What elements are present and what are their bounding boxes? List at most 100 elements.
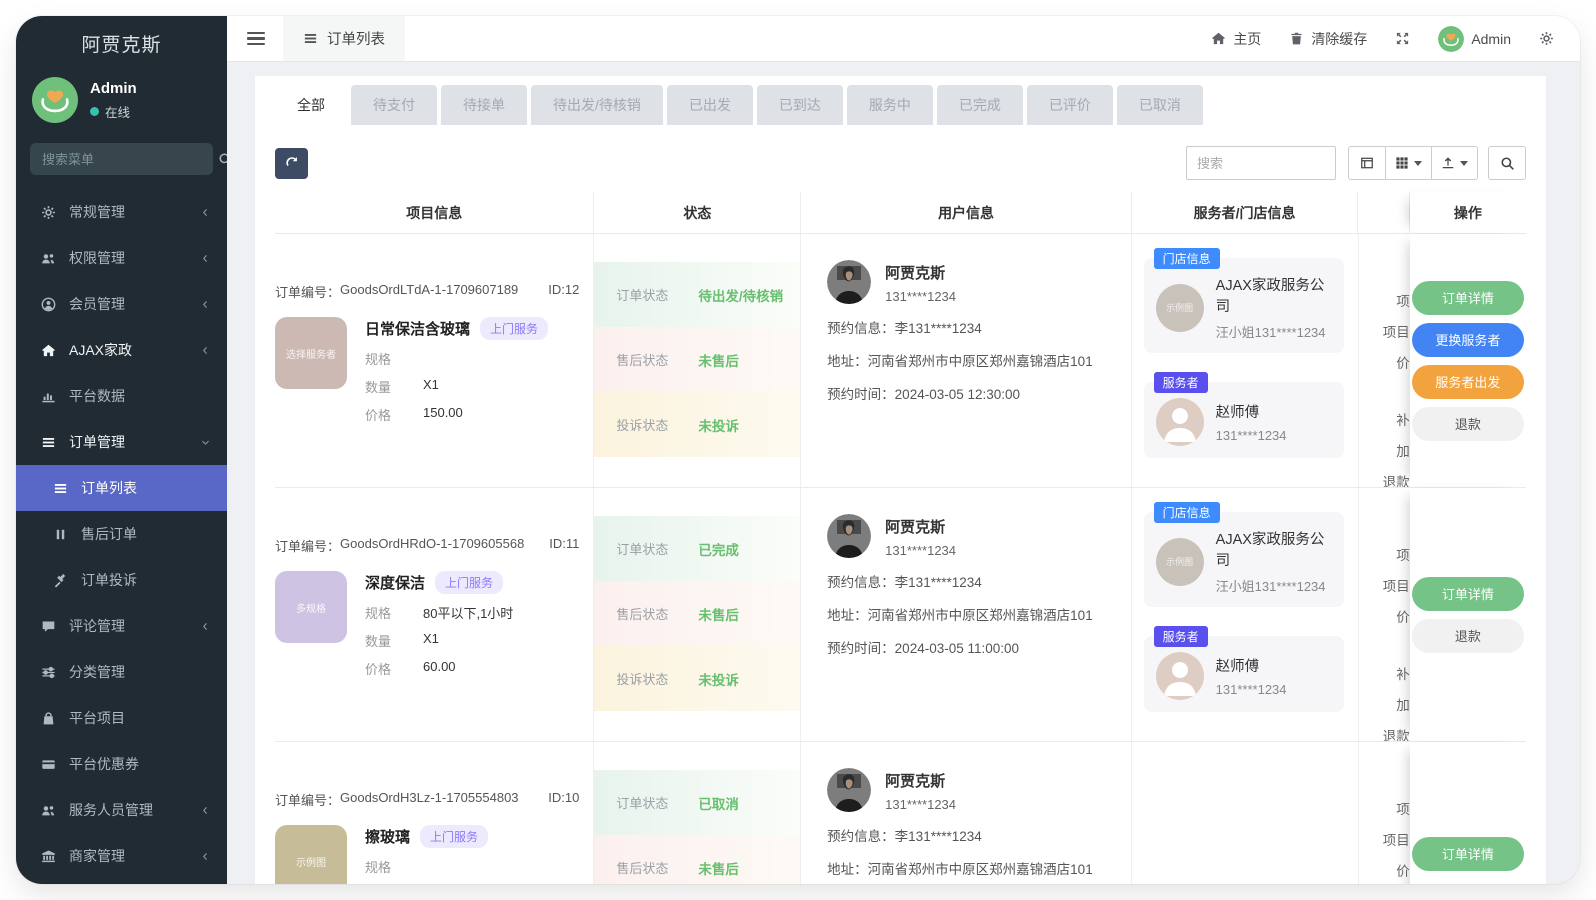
- refund-button[interactable]: 退款: [1412, 619, 1524, 653]
- sidebar-item-label: 商家管理: [69, 846, 200, 866]
- order-id: ID:10: [548, 790, 579, 809]
- address-value: 河南省郑州市中原区郑州嘉锦酒店101: [868, 608, 1093, 623]
- customer-name: 阿贾克斯: [885, 768, 956, 791]
- chevron-down-icon: [200, 437, 211, 448]
- spec-value: 80平以下,1小时: [423, 603, 513, 622]
- price-value: 150.00: [423, 405, 463, 424]
- search-button[interactable]: [1488, 146, 1526, 180]
- sidebar-item-merchant-management[interactable]: 商家管理: [16, 833, 227, 879]
- sidebar-item-platform-coupons[interactable]: 平台优惠券: [16, 741, 227, 787]
- sidebar-item-label: 售后订单: [81, 524, 211, 544]
- sidebar-item-label: 权限管理: [69, 248, 200, 268]
- columns-button[interactable]: [1386, 146, 1432, 180]
- order-number-value: GoodsOrdH3Lz-1-1705554803: [340, 790, 519, 809]
- export-button[interactable]: [1432, 146, 1478, 180]
- address-value: 河南省郑州市中原区郑州嘉锦酒店101: [868, 354, 1093, 369]
- header-status: 状态: [594, 192, 801, 233]
- tab-pending-departure[interactable]: 待出发/待核销: [531, 85, 663, 125]
- clear-cache-button[interactable]: 清除缓存: [1289, 29, 1367, 49]
- customer-avatar: [827, 514, 871, 558]
- search-icon[interactable]: [218, 152, 227, 167]
- credit-card-icon: [38, 757, 58, 772]
- sidebar-item-members[interactable]: 会员管理: [16, 281, 227, 327]
- store-card: 门店信息 示例图 AJAX家政服务公司 汪小姐131****1234: [1144, 512, 1344, 607]
- sidebar-item-order-complaints[interactable]: 订单投诉: [16, 557, 227, 603]
- sidebar-search-input[interactable]: [42, 152, 218, 167]
- tab-in-service[interactable]: 服务中: [847, 85, 933, 125]
- sidebar-item-permissions[interactable]: 权限管理: [16, 235, 227, 281]
- trash-icon: [1289, 31, 1304, 46]
- home-icon: [1211, 31, 1226, 46]
- sidebar-item-label: AJAX家政: [69, 340, 200, 360]
- refund-button[interactable]: 退款: [1412, 407, 1524, 441]
- order-detail-button[interactable]: 订单详情: [1412, 577, 1524, 611]
- tab-cancelled[interactable]: 已取消: [1117, 85, 1203, 125]
- servicer-card: 服务者 赵师傅 131****1234: [1144, 636, 1344, 712]
- order-detail-button[interactable]: 订单详情: [1412, 837, 1524, 871]
- order-number-value: GoodsOrdHRdO-1-1709605568: [340, 536, 524, 555]
- sidebar-item-platform-projects[interactable]: 平台项目: [16, 695, 227, 741]
- servicer-depart-button[interactable]: 服务者出发: [1412, 365, 1524, 399]
- sidebar-item-label: 会员管理: [69, 294, 200, 314]
- tab-completed[interactable]: 已完成: [937, 85, 1023, 125]
- qty-value: X1: [423, 631, 439, 650]
- service-type-badge: 上门服务: [420, 825, 488, 848]
- menu-toggle-icon[interactable]: [247, 29, 265, 49]
- order-id: ID:12: [548, 282, 579, 301]
- nav-tab-order-list[interactable]: 订单列表: [283, 16, 405, 61]
- table-search-input[interactable]: [1186, 146, 1336, 180]
- sidebar-search[interactable]: [30, 143, 213, 175]
- settings-button[interactable]: [1539, 31, 1554, 46]
- aftersale-status-value: 未售后: [698, 604, 739, 624]
- sidebar-item-aftersale-orders[interactable]: 售后订单: [16, 511, 227, 557]
- actions-cell: 订单详情: [1410, 742, 1526, 884]
- servicer-name: 赵师傅: [1216, 401, 1287, 422]
- product-title: 深度保洁: [365, 572, 425, 593]
- sidebar-item-service-staff[interactable]: 服务人员管理: [16, 787, 227, 833]
- sidebar-item-platform-data[interactable]: 平台数据: [16, 373, 227, 419]
- store-name: AJAX家政服务公司: [1216, 528, 1332, 570]
- sidebar-item-order-management[interactable]: 订单管理: [16, 419, 227, 465]
- users-icon: [38, 803, 58, 818]
- fullscreen-button[interactable]: [1395, 31, 1410, 46]
- tab-pending-accept[interactable]: 待接单: [441, 85, 527, 125]
- sidebar-item-general[interactable]: 常规管理: [16, 189, 227, 235]
- tab-reviewed[interactable]: 已评价: [1027, 85, 1113, 125]
- status-filter-tabs: 全部 待支付 待接单 待出发/待核销 已出发 已到达 服务中 已完成 已评价 已…: [275, 85, 1526, 125]
- gavel-icon: [50, 573, 70, 588]
- order-detail-button[interactable]: 订单详情: [1412, 281, 1524, 315]
- sidebar-item-order-list[interactable]: 订单列表: [16, 465, 227, 511]
- view-options-group: [1348, 146, 1478, 180]
- booking-time: 2024-03-05 11:00:00: [895, 641, 1019, 656]
- booking-contact: 李131****1234: [895, 575, 982, 590]
- user-menu[interactable]: Admin: [1438, 26, 1511, 52]
- sidebar-item-comment-management[interactable]: 评论管理: [16, 603, 227, 649]
- price-value: 60.00: [423, 659, 456, 678]
- table-header-row: 项目信息 状态 用户信息 服务者/门店信息 操作: [275, 192, 1526, 234]
- header-hidden-column: [1358, 192, 1409, 233]
- sidebar-item-ajax-housekeeping[interactable]: AJAX家政: [16, 327, 227, 373]
- order-id: ID:11: [549, 536, 579, 555]
- sidebar-item-label: 评论管理: [69, 616, 200, 636]
- customer-phone: 131****1234: [885, 797, 956, 812]
- tab-pending-payment[interactable]: 待支付: [351, 85, 437, 125]
- order-number-line: 订单编号： GoodsOrdHRdO-1-1709605568 ID:11: [275, 536, 579, 555]
- home-link[interactable]: 主页: [1211, 29, 1261, 49]
- sidebar: 阿贾克斯 Admin 在线 常: [16, 16, 227, 884]
- sidebar-item-label: 分类管理: [69, 662, 211, 682]
- sidebar-item-category-management[interactable]: 分类管理: [16, 649, 227, 695]
- change-servicer-button[interactable]: 更换服务者: [1412, 323, 1524, 357]
- refresh-button[interactable]: [275, 148, 308, 179]
- clipped-price-column: 项 项目 价 补 加: [1359, 742, 1410, 884]
- tab-all[interactable]: 全部: [275, 85, 347, 125]
- toggle-view-button[interactable]: [1348, 146, 1386, 180]
- expand-icon: [1395, 31, 1410, 46]
- chevron-left-icon: [200, 253, 211, 264]
- nav-tab-label: 订单列表: [327, 28, 385, 49]
- tab-arrived[interactable]: 已到达: [757, 85, 843, 125]
- chevron-left-icon: [200, 805, 211, 816]
- user-avatar: [1438, 26, 1464, 52]
- order-status-value: 待出发/待核销: [698, 285, 783, 305]
- service-type-badge: 上门服务: [435, 571, 503, 594]
- tab-departed[interactable]: 已出发: [667, 85, 753, 125]
